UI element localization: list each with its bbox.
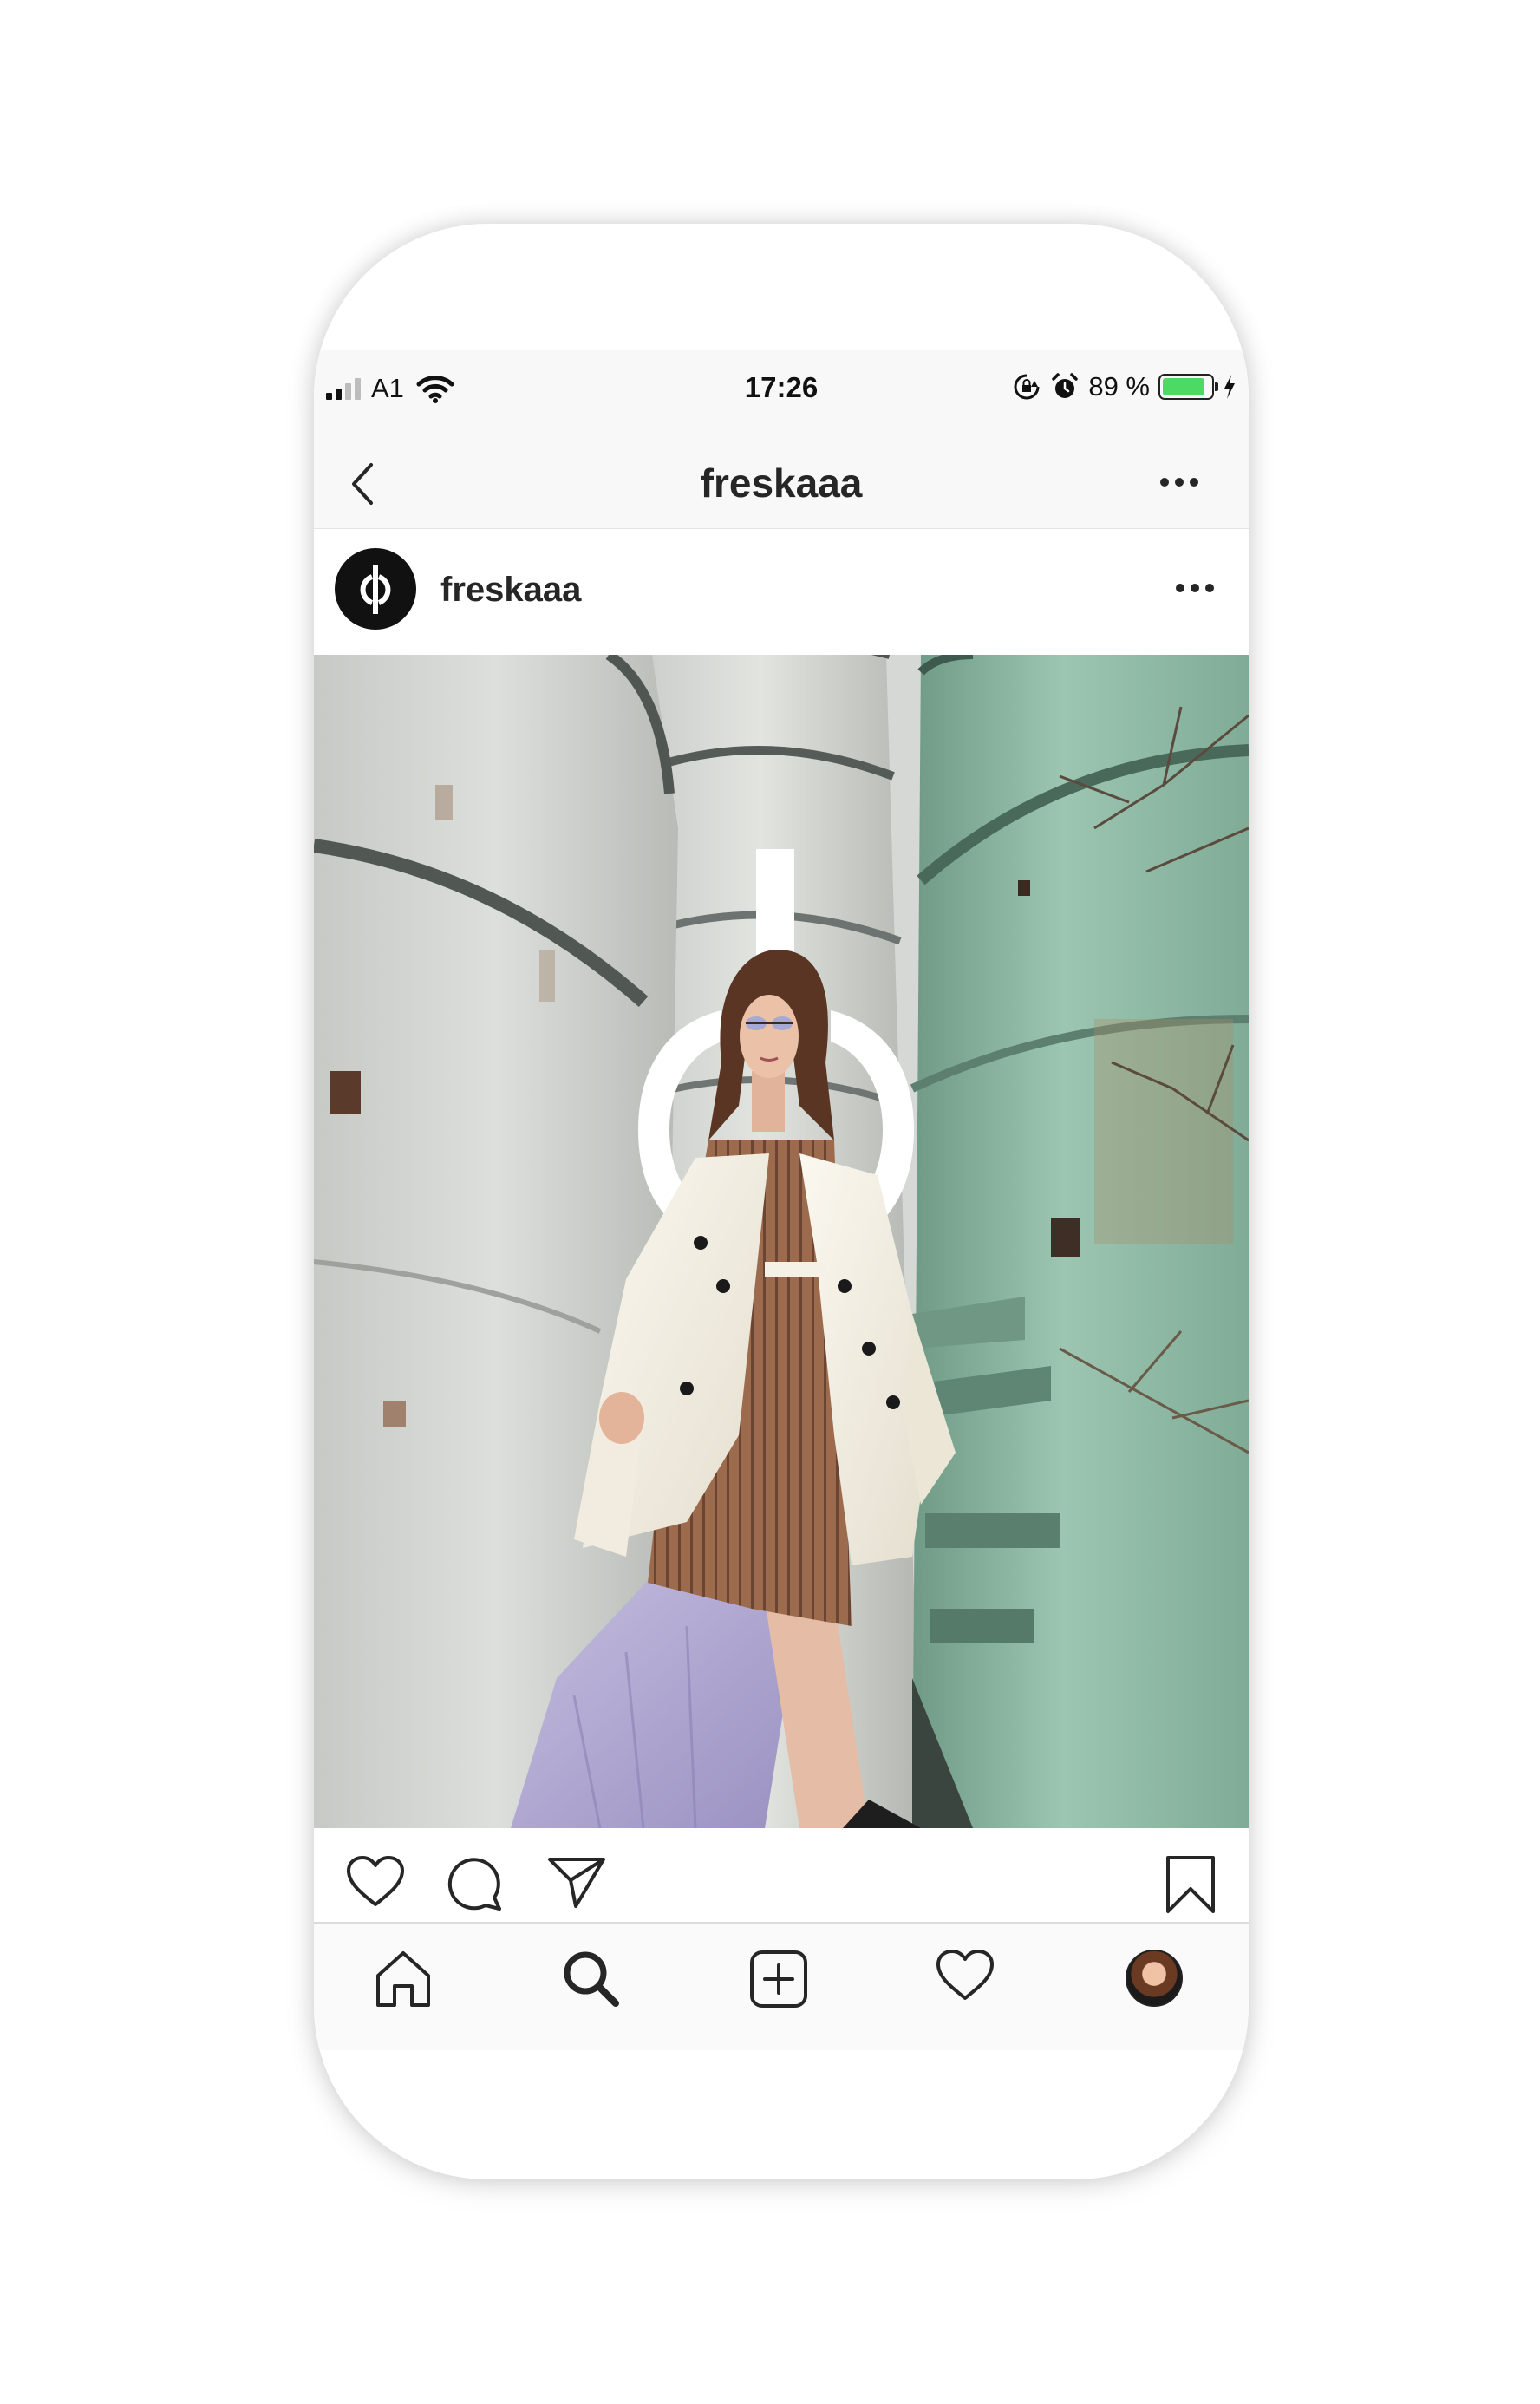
phone-frame: A1 17:26 89 % freskaaa freskaaa — [314, 224, 1249, 2179]
page-title: freskaaa — [700, 461, 863, 506]
phi-logo-icon — [360, 565, 391, 614]
status-bar: A1 17:26 89 % — [314, 350, 1249, 437]
orientation-lock-icon — [1014, 374, 1040, 400]
post-action-row — [314, 1828, 1249, 1924]
charging-icon — [1224, 375, 1235, 399]
more-options-icon[interactable] — [1160, 477, 1198, 487]
status-right: 89 % — [1012, 371, 1237, 402]
home-icon[interactable] — [373, 1948, 434, 2009]
share-icon[interactable] — [546, 1854, 607, 1910]
tab-bar — [314, 1924, 1249, 2050]
search-icon[interactable] — [560, 1948, 621, 2009]
post-header: freskaaa — [314, 529, 1249, 655]
post-image[interactable] — [314, 655, 1249, 1828]
post-username[interactable]: freskaaa — [440, 571, 581, 610]
save-icon[interactable] — [1164, 1854, 1217, 1915]
new-post-icon[interactable] — [747, 1948, 810, 2010]
photo-scene — [314, 655, 1249, 1828]
post-more-options-icon[interactable] — [1176, 583, 1214, 593]
profile-avatar[interactable] — [1126, 1950, 1183, 2007]
alarm-icon — [1052, 373, 1079, 398]
comment-icon[interactable] — [446, 1854, 503, 1911]
avatar[interactable] — [335, 548, 416, 630]
activity-icon[interactable] — [935, 1948, 995, 2002]
nav-bar: freskaaa — [314, 437, 1249, 529]
like-icon[interactable] — [345, 1854, 406, 1908]
battery-icon — [1158, 374, 1218, 400]
app-screen: A1 17:26 89 % freskaaa freskaaa — [314, 350, 1249, 2050]
battery-fill — [1163, 378, 1205, 395]
battery-percent: 89 % — [1088, 371, 1150, 402]
